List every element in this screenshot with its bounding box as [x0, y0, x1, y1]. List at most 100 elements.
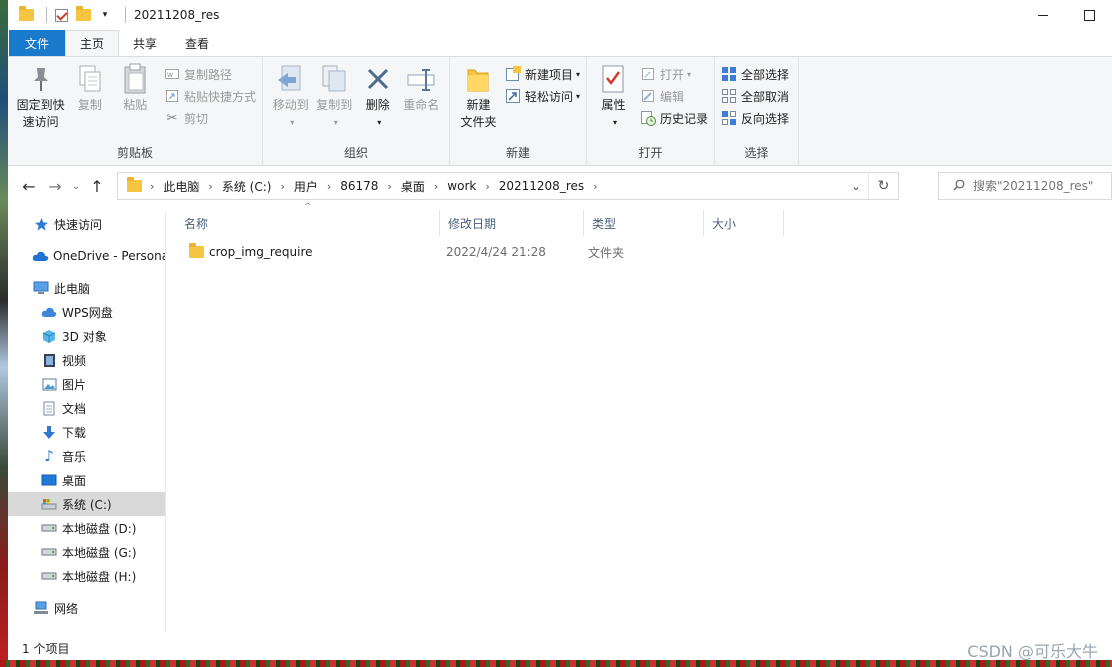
nav-documents[interactable]: 文档	[8, 396, 165, 420]
edit-button[interactable]: 编辑	[640, 85, 708, 107]
nav-label: 系统 (C:)	[62, 497, 112, 512]
file-date: 2022/4/24 21:28	[446, 245, 546, 259]
chevron-down-icon: ▾	[687, 69, 692, 79]
column-header-type[interactable]: 类型	[584, 210, 704, 236]
video-icon	[40, 352, 58, 368]
organize-group: 移动到 ▾ 复制到 ▾ 删除 ▾ 重命名 组织	[263, 57, 450, 165]
nav-network[interactable]: 网络	[8, 596, 165, 620]
new-item-button[interactable]: 新建项目 ▾	[505, 63, 580, 85]
nav-quick-access[interactable]: 快速访问	[8, 212, 165, 236]
nav-label: 本地磁盘 (H:)	[62, 569, 137, 584]
search-field[interactable]	[938, 172, 1112, 200]
address-history-chevron-icon[interactable]: ⌄	[844, 173, 868, 199]
history-icon	[640, 110, 656, 126]
divider	[125, 7, 126, 23]
new-folder-quick-icon[interactable]	[75, 6, 91, 23]
navigation-pane: 快速访问 OneDrive - Personal 此电脑 WPS网盘 3D 对象…	[8, 212, 166, 632]
refresh-icon[interactable]: ↻	[868, 173, 898, 199]
nav-drive-d[interactable]: 本地磁盘 (D:)	[8, 516, 165, 540]
desktop-background-left	[0, 0, 8, 667]
select-none-button[interactable]: 全部取消	[721, 85, 789, 107]
nav-desktop[interactable]: 桌面	[8, 468, 165, 492]
breadcrumb-work[interactable]: work	[447, 179, 476, 193]
clipboard-group-label: 剪贴板	[116, 146, 153, 160]
breadcrumb-this-pc[interactable]: 此电脑	[163, 178, 199, 195]
breadcrumb-current[interactable]: 20211208_res	[499, 179, 584, 193]
breadcrumb-separator[interactable]: ›	[387, 180, 391, 193]
nav-music[interactable]: ♪ 音乐	[8, 444, 165, 468]
maximize-button[interactable]	[1066, 0, 1112, 30]
nav-wps-cloud[interactable]: WPS网盘	[8, 300, 165, 324]
address-bar[interactable]: › 此电脑 › 系统 (C:) › 用户 › 86178 › 桌面 › work…	[117, 172, 899, 200]
copy-to-icon	[318, 63, 350, 95]
column-header-name[interactable]: 名称	[176, 210, 440, 236]
tab-home[interactable]: 主页	[65, 30, 120, 56]
select-all-button[interactable]: 全部选择	[721, 63, 789, 85]
properties-check-icon[interactable]	[53, 7, 69, 23]
nav-onedrive[interactable]: OneDrive - Personal	[8, 244, 165, 268]
open-group: 属性 ▾ 打开 ▾ 编辑 历史记录 打开	[587, 57, 715, 165]
move-to-icon	[275, 63, 307, 95]
easy-access-button[interactable]: 轻松访问 ▾	[505, 85, 580, 107]
breadcrumb-separator[interactable]: ›	[485, 180, 489, 193]
invert-selection-button[interactable]: 反向选择	[721, 107, 789, 129]
cut-button[interactable]: ✂ 剪切	[164, 107, 256, 129]
nav-this-pc[interactable]: 此电脑	[8, 276, 165, 300]
breadcrumb-separator[interactable]: ›	[434, 180, 438, 193]
copy-icon	[74, 63, 106, 95]
nav-label: 本地磁盘 (D:)	[62, 521, 137, 536]
tab-file[interactable]: 文件	[9, 30, 66, 56]
table-row[interactable]: crop_img_require 2022/4/24 21:28 文件夹	[176, 240, 702, 264]
breadcrumb-separator[interactable]: ›	[327, 180, 331, 193]
nav-label: 网络	[54, 601, 79, 616]
nav-label: 视频	[62, 353, 87, 368]
paste-shortcut-button[interactable]: 粘贴快捷方式	[164, 85, 256, 107]
nav-downloads[interactable]: 下载	[8, 420, 165, 444]
document-icon	[40, 400, 58, 416]
drive-c-icon	[40, 496, 58, 512]
invert-selection-icon	[721, 110, 737, 126]
nav-drive-h[interactable]: 本地磁盘 (H:)	[8, 564, 165, 588]
copy-path-button[interactable]: W 复制路径	[164, 63, 256, 85]
nav-drive-g[interactable]: 本地磁盘 (G:)	[8, 540, 165, 564]
divider	[46, 7, 47, 23]
drive-icon	[40, 520, 58, 536]
breadcrumb-separator[interactable]: ›	[593, 180, 597, 193]
search-input[interactable]	[973, 179, 1103, 193]
column-header-size[interactable]: 大小	[704, 210, 784, 236]
select-group-label: 选择	[744, 146, 769, 160]
tab-view[interactable]: 查看	[171, 30, 223, 56]
ribbon: 固定到快 速访问 复制 粘贴 W 复制路径 粘贴快捷方式 ✂ 剪切 剪贴板 移动…	[8, 56, 1112, 166]
breadcrumb-system-c[interactable]: 系统 (C:)	[222, 178, 272, 195]
nav-label: WPS网盘	[62, 305, 113, 320]
picture-icon	[40, 376, 58, 392]
breadcrumb-separator[interactable]: ›	[280, 180, 284, 193]
up-arrow-icon[interactable]: ↑	[84, 173, 110, 199]
nav-label: 下载	[62, 425, 87, 440]
status-bar: 1 个项目	[8, 636, 1112, 660]
forward-arrow-icon[interactable]: →	[42, 173, 68, 199]
file-type: 文件夹	[588, 245, 625, 260]
column-header-date[interactable]: 修改日期	[440, 210, 584, 236]
breadcrumb-separator[interactable]: ›	[208, 180, 212, 193]
desktop-background-bottom	[0, 660, 1112, 667]
nav-3d-objects[interactable]: 3D 对象	[8, 324, 165, 348]
wps-cloud-icon	[40, 304, 58, 320]
breadcrumb-user-folder[interactable]: 86178	[340, 179, 378, 193]
breadcrumb-desktop[interactable]: 桌面	[401, 178, 425, 195]
nav-label: 本地磁盘 (G:)	[62, 545, 137, 560]
history-button[interactable]: 历史记录	[640, 107, 708, 129]
chevron-down-icon: ▾	[575, 69, 580, 79]
back-arrow-icon[interactable]: ←	[16, 173, 42, 199]
breadcrumb-users[interactable]: 用户	[294, 178, 318, 195]
minimize-button[interactable]	[1020, 0, 1066, 30]
customize-quick-access-icon[interactable]: ▾	[97, 7, 113, 23]
nav-videos[interactable]: 视频	[8, 348, 165, 372]
nav-pictures[interactable]: 图片	[8, 372, 165, 396]
open-button[interactable]: 打开 ▾	[640, 63, 708, 85]
new-group-label: 新建	[505, 146, 530, 160]
recent-locations-chevron-icon[interactable]: ⌄	[68, 173, 84, 199]
tab-share[interactable]: 共享	[119, 30, 171, 56]
breadcrumb-separator: ›	[150, 179, 155, 193]
nav-system-c[interactable]: 系统 (C:)	[8, 492, 165, 516]
